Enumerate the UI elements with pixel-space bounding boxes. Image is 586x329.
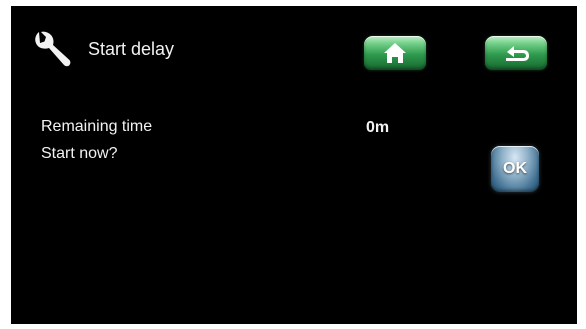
ok-button[interactable]: OK [491, 146, 539, 192]
home-button[interactable] [364, 36, 426, 70]
home-icon [384, 43, 406, 63]
back-button[interactable] [485, 36, 547, 70]
remaining-time-label: Remaining time [41, 118, 153, 135]
page-title: Start delay [88, 39, 175, 59]
back-arrow-icon [506, 46, 529, 61]
remaining-time-value: 0m [366, 119, 390, 136]
device-screen: Start delay Remaining time 0m Start now?… [11, 6, 577, 324]
wrench-icon [33, 28, 73, 74]
start-now-label: Start now? [41, 145, 118, 162]
